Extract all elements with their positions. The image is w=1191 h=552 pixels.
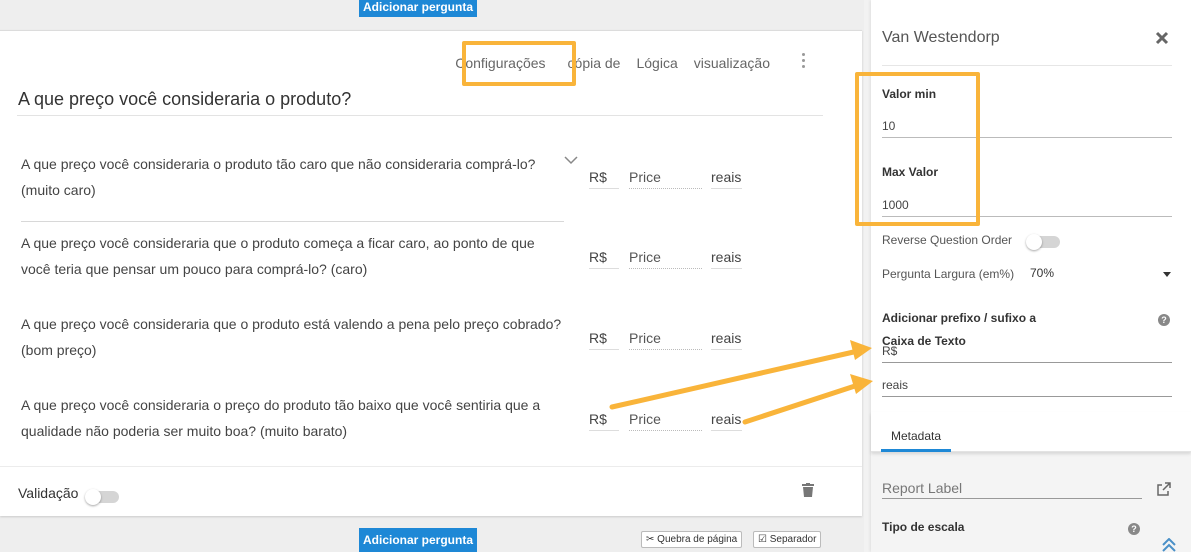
- price-suffix: reais: [711, 249, 742, 269]
- metadata-tabbar: Metadata: [871, 412, 1191, 452]
- price-prefix: R$: [589, 330, 619, 350]
- more-options-icon[interactable]: [800, 53, 806, 71]
- page-break-label: Quebra de página: [657, 534, 738, 545]
- price-row-question[interactable]: A que preço você consideraria o produto …: [21, 151, 566, 203]
- help-icon[interactable]: ?: [1158, 314, 1170, 326]
- chevron-down-icon[interactable]: [564, 153, 578, 167]
- price-input[interactable]: Price: [629, 249, 702, 269]
- metadata-section: Metadata Report Label Tipo de escala ?: [871, 412, 1191, 552]
- question-footer: Validação: [0, 466, 862, 517]
- add-question-button-top[interactable]: Adicionar pergunta: [359, 0, 477, 17]
- highlight-box-min-max: [855, 72, 980, 226]
- price-suffix: reais: [711, 169, 742, 189]
- price-input[interactable]: Price: [629, 169, 702, 189]
- chevron-down-icon[interactable]: [1163, 272, 1171, 277]
- price-row-question[interactable]: A que preço você consideraria que o prod…: [21, 311, 566, 363]
- separator-label: Separador: [769, 534, 817, 545]
- price-prefix: R$: [589, 169, 619, 189]
- price-row: A que preço você consideraria que o prod…: [21, 230, 821, 290]
- tab-logic[interactable]: Lógica: [628, 53, 685, 73]
- help-icon[interactable]: ?: [1128, 523, 1140, 535]
- question-card: Configurações cópia de Lógica visualizaç…: [0, 30, 862, 516]
- validation-label: Validação: [18, 485, 79, 501]
- suffix-input[interactable]: reais: [882, 378, 1172, 397]
- price-suffix: reais: [711, 330, 742, 350]
- panel-title: Van Westendorp: [882, 29, 1000, 46]
- trash-icon[interactable]: [802, 483, 814, 497]
- width-select[interactable]: 70%: [1030, 266, 1054, 280]
- add-question-button-bottom[interactable]: Adicionar pergunta: [359, 528, 477, 552]
- tab-metadata[interactable]: Metadata: [881, 426, 951, 452]
- reverse-order-toggle[interactable]: [1026, 234, 1060, 250]
- highlight-box-settings-tab: [462, 41, 576, 86]
- external-link-icon[interactable]: [1157, 482, 1171, 496]
- price-prefix: R$: [589, 411, 619, 431]
- width-label: Pergunta Largura (em%): [882, 267, 1015, 281]
- price-row: A que preço você consideraria o produto …: [21, 151, 821, 222]
- title-divider: [17, 115, 823, 116]
- panel-divider: [882, 65, 1172, 66]
- price-suffix: reais: [711, 411, 742, 431]
- tab-preview[interactable]: visualização: [686, 53, 778, 73]
- question-title[interactable]: A que preço você consideraria o produto?: [18, 89, 351, 110]
- close-icon[interactable]: [1154, 30, 1170, 46]
- prefix-input[interactable]: R$: [882, 344, 1172, 363]
- scale-type-label: Tipo de escala: [882, 520, 965, 534]
- price-prefix: R$: [589, 249, 619, 269]
- price-input[interactable]: Price: [629, 411, 702, 431]
- separator-icon: ☑: [758, 534, 767, 545]
- price-row-question[interactable]: A que preço você consideraria que o prod…: [21, 230, 566, 282]
- row-divider: [21, 221, 564, 222]
- reverse-order-label: Reverse Question Order: [882, 233, 1013, 247]
- validation-toggle[interactable]: [85, 489, 119, 505]
- price-row: A que preço você consideraria o preço do…: [21, 392, 821, 452]
- survey-builder: Adicionar pergunta Configurações cópia d…: [0, 0, 864, 552]
- report-label-input[interactable]: Report Label: [882, 480, 1142, 499]
- page-break-icon: ✂: [646, 534, 655, 545]
- price-input[interactable]: Price: [629, 330, 702, 350]
- separator-button[interactable]: ☑ Separador: [753, 531, 822, 548]
- page-break-button[interactable]: ✂ Quebra de página: [641, 531, 743, 548]
- price-row: A que preço você consideraria que o prod…: [21, 311, 821, 371]
- prefix-suffix-label: Adicionar prefixo / sufixo a: [882, 311, 1037, 325]
- scroll-up-icon[interactable]: [1161, 538, 1177, 552]
- price-row-question[interactable]: A que preço você consideraria o preço do…: [21, 392, 566, 444]
